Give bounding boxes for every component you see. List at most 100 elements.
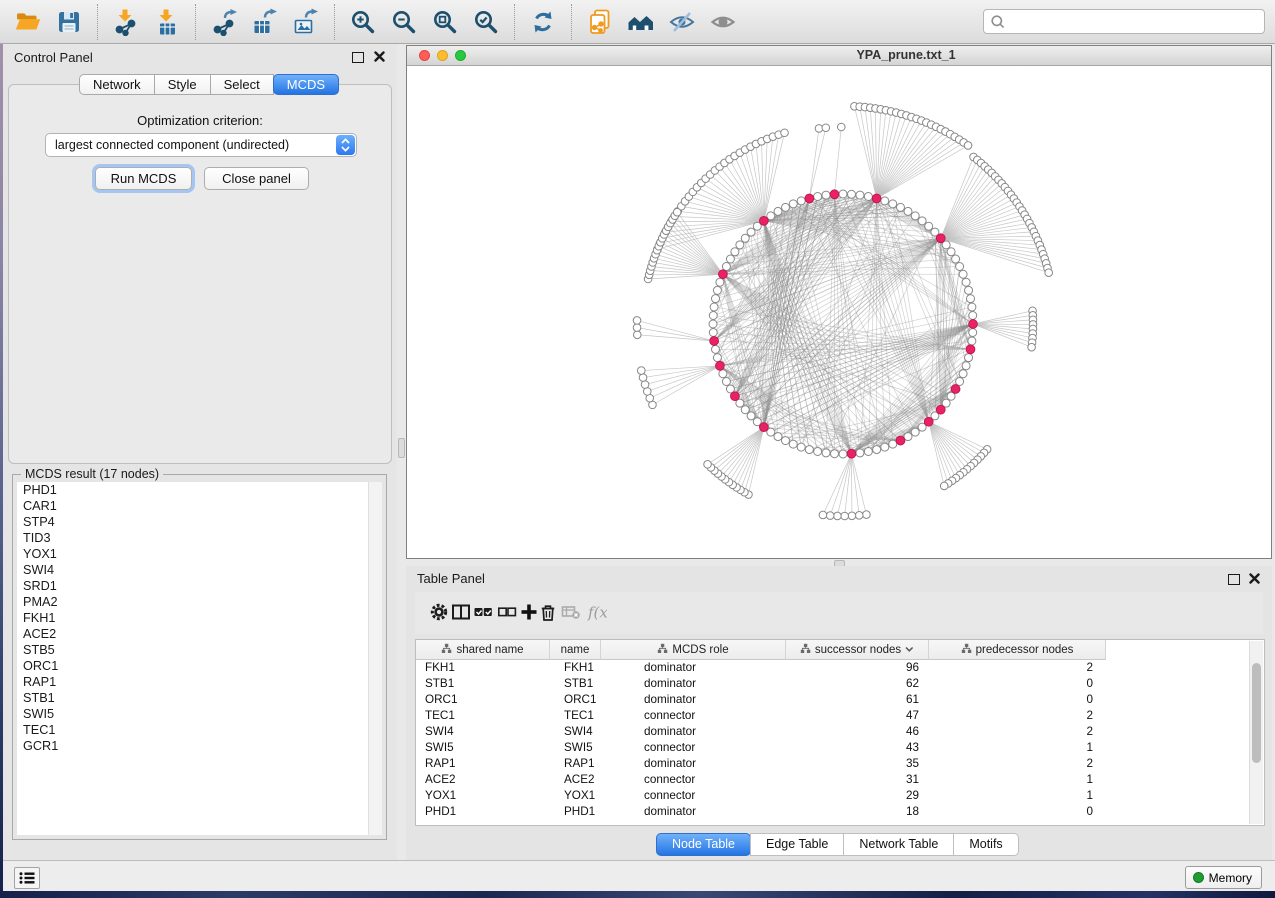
tab-style[interactable]: Style (154, 74, 211, 95)
export-image-icon[interactable] (292, 8, 320, 36)
mcds-result-item[interactable]: STB1 (17, 690, 369, 706)
splitter-grip-icon[interactable] (398, 438, 405, 458)
zoom-selected-icon[interactable] (472, 8, 500, 36)
table-row[interactable]: TEC1TEC1connector472 (416, 708, 1264, 724)
table-row[interactable]: YOX1YOX1connector291 (416, 788, 1264, 804)
tab-edge-table[interactable]: Edge Table (750, 833, 844, 856)
column-visibility-icon[interactable] (451, 602, 473, 622)
mcds-result-item[interactable]: STP4 (17, 514, 369, 530)
network-window-titlebar[interactable]: YPA_prune.txt_1 (407, 46, 1271, 66)
scrollbar-thumb[interactable] (1252, 663, 1261, 763)
close-panel-icon[interactable] (374, 51, 385, 62)
minimize-window-icon[interactable] (437, 50, 448, 61)
table-cell: RAP1 (550, 756, 601, 772)
control-panel: Control Panel NetworkStyleSelectMCDS Opt… (3, 45, 397, 860)
zoom-out-icon[interactable] (390, 8, 418, 36)
tab-network[interactable]: Network (79, 74, 155, 95)
delete-icon[interactable] (538, 602, 560, 622)
hide-details-icon[interactable] (668, 8, 696, 36)
function-builder-icon: f(x) (587, 602, 609, 622)
open-file-icon[interactable] (14, 8, 42, 36)
mcds-result-item[interactable]: RAP1 (17, 674, 369, 690)
tab-select[interactable]: Select (210, 74, 274, 95)
table-cell: ACE2 (416, 772, 550, 788)
table-cell: dominator (601, 676, 786, 692)
first-neighbors-icon[interactable] (627, 8, 655, 36)
search-box[interactable] (983, 9, 1265, 34)
table-row[interactable]: SWI4SWI4dominator462 (416, 724, 1264, 740)
close-panel-button[interactable]: Close panel (204, 167, 309, 190)
mcds-result-item[interactable]: PHD1 (17, 482, 369, 498)
tab-mcds[interactable]: MCDS (273, 74, 339, 95)
result-scrollbar[interactable] (368, 482, 382, 835)
table-cell: 31 (786, 772, 929, 788)
network-window: YPA_prune.txt_1 (406, 45, 1272, 559)
table-cell: SWI5 (416, 740, 550, 756)
show-details-icon[interactable] (709, 8, 737, 36)
import-network-icon[interactable] (112, 8, 140, 36)
mcds-result-item[interactable]: FKH1 (17, 610, 369, 626)
table-cell: dominator (601, 756, 786, 772)
float-panel-icon[interactable] (352, 52, 364, 63)
table-cell: connector (601, 772, 786, 788)
mcds-result-item[interactable]: SRD1 (17, 578, 369, 594)
select-all-icon[interactable] (473, 602, 495, 622)
search-input[interactable] (1010, 14, 1264, 30)
export-table-icon[interactable] (251, 8, 279, 36)
import-table-icon[interactable] (153, 8, 181, 36)
close-window-icon[interactable] (419, 50, 430, 61)
column-header-name[interactable]: name (550, 640, 601, 660)
refresh-icon[interactable] (529, 8, 557, 36)
mcds-result-item[interactable]: SWI5 (17, 706, 369, 722)
close-panel-icon[interactable] (1249, 573, 1260, 584)
tab-network-table[interactable]: Network Table (843, 833, 954, 856)
table-cell: 18 (786, 804, 929, 820)
vertical-splitter[interactable] (397, 45, 406, 860)
mcds-result-item[interactable]: TID3 (17, 530, 369, 546)
table-row[interactable]: SWI5SWI5connector431 (416, 740, 1264, 756)
table-row[interactable]: STB1STB1dominator620 (416, 676, 1264, 692)
network-canvas[interactable] (407, 66, 1271, 559)
mcds-result-item[interactable]: YOX1 (17, 546, 369, 562)
table-row[interactable]: ACE2ACE2connector311 (416, 772, 1264, 788)
zoom-in-icon[interactable] (349, 8, 377, 36)
float-panel-icon[interactable] (1228, 574, 1240, 585)
table-cell: 61 (786, 692, 929, 708)
mcds-result-item[interactable]: TEC1 (17, 722, 369, 738)
mcds-result-item[interactable]: PMA2 (17, 594, 369, 610)
mcds-result-item[interactable]: GCR1 (17, 738, 369, 754)
column-header-predecessor-nodes[interactable]: predecessor nodes (929, 640, 1106, 660)
tab-motifs[interactable]: Motifs (953, 833, 1018, 856)
control-panel-title: Control Panel (14, 50, 93, 65)
save-icon[interactable] (55, 8, 83, 36)
table-row[interactable]: RAP1RAP1dominator352 (416, 756, 1264, 772)
mcds-result-item[interactable]: SWI4 (17, 562, 369, 578)
criterion-select[interactable]: largest connected component (undirected) (45, 133, 357, 157)
mcds-result-item[interactable]: ORC1 (17, 658, 369, 674)
mcds-result-item[interactable]: ACE2 (17, 626, 369, 642)
table-row[interactable]: PHD1PHD1dominator180 (416, 804, 1264, 820)
mcds-result-item[interactable]: STB5 (17, 642, 369, 658)
table-cell: YOX1 (550, 788, 601, 804)
table-row[interactable]: ORC1ORC1dominator610 (416, 692, 1264, 708)
zoom-fit-icon[interactable] (431, 8, 459, 36)
deselect-all-icon[interactable] (497, 602, 519, 622)
column-header-successor-nodes[interactable]: successor nodes (786, 640, 929, 660)
column-header-MCDS-role[interactable]: MCDS role (601, 640, 786, 660)
horizontal-splitter[interactable] (406, 559, 1272, 566)
column-header-shared-name[interactable]: shared name (416, 640, 550, 660)
settings-gear-icon[interactable] (429, 602, 451, 622)
table-cell: 0 (929, 804, 1106, 820)
mcds-result-item[interactable]: CAR1 (17, 498, 369, 514)
tab-node-table[interactable]: Node Table (656, 833, 751, 856)
export-network-icon[interactable] (210, 8, 238, 36)
memory-button[interactable]: Memory (1185, 866, 1262, 889)
toolbar-group (334, 4, 514, 40)
panel-list-button[interactable] (14, 867, 40, 889)
maximize-window-icon[interactable] (455, 50, 466, 61)
run-mcds-button[interactable]: Run MCDS (95, 167, 192, 190)
application-window: Control Panel NetworkStyleSelectMCDS Opt… (0, 0, 1275, 898)
clone-network-icon[interactable] (586, 8, 614, 36)
table-scrollbar[interactable] (1249, 641, 1263, 824)
table-row[interactable]: FKH1FKH1dominator962 (416, 660, 1264, 676)
